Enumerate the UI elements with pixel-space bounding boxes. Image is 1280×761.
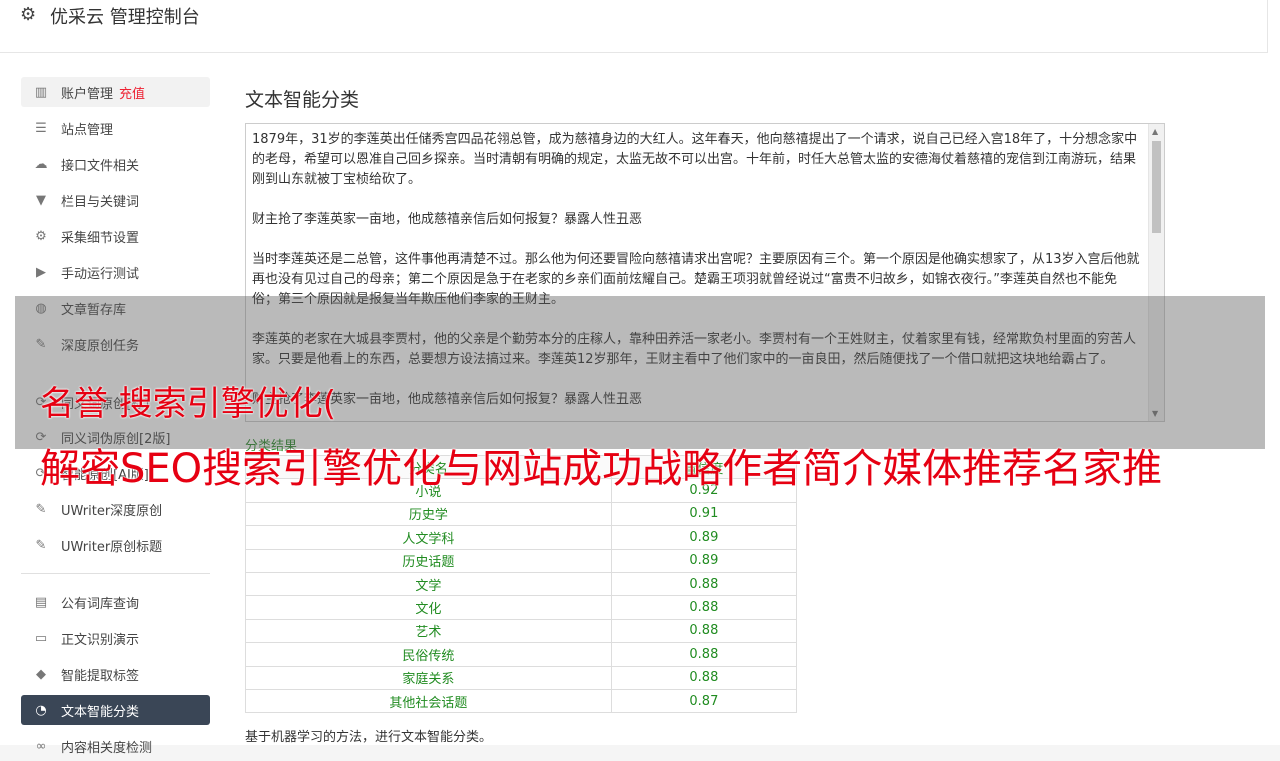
text-paragraph: 财主抢了李莲英家一亩地，他成慈禧亲信后如何报复？暴露人性丑恶 (252, 212, 643, 227)
category-cell: 其他社会话题 (245, 688, 612, 714)
sidebar-item-collect-settings[interactable]: ⚙ 采集细节设置 (21, 221, 210, 251)
sidebar-divider (21, 573, 210, 574)
category-cell: 人文学科 (245, 525, 612, 550)
table-row: 人文学科 0.89 (245, 525, 798, 550)
right-edge (1267, 0, 1280, 745)
category-cell: 民俗传统 (245, 642, 612, 667)
confidence-cell: 0.87 (610, 688, 798, 714)
sidebar-item-label: 正文识别演示 (61, 632, 140, 648)
tag-icon: ◆ (36, 666, 46, 682)
desktop-icon: ▭ (34, 630, 48, 646)
category-cell: 文学 (245, 571, 612, 597)
sidebar-item-manual-run[interactable]: ▶ 手动运行测试 (21, 257, 210, 287)
sidebar-item-sites[interactable]: ☰ 站点管理 (21, 113, 210, 143)
sidebar-item-label: UWriter深度原创 (61, 503, 163, 519)
link-icon: ∞ (35, 738, 47, 754)
sidebar-item-label: 站点管理 (61, 122, 114, 138)
edit-icon: ✎ (35, 537, 47, 553)
server-icon: ☰ (35, 120, 47, 136)
table-row: 文学 0.88 (245, 571, 798, 597)
sidebar-item-text-recognition[interactable]: ▭ 正文识别演示 (21, 623, 210, 653)
category-cell: 艺术 (245, 618, 612, 644)
overlay-title: 名誉 搜索引擎优化( (40, 384, 337, 424)
sidebar-item-account[interactable]: ▥ 账户管理 充值 (21, 77, 210, 107)
table-row: 历史话题 0.89 (245, 548, 798, 573)
sidebar-item-label: 接口文件相关 (61, 158, 140, 174)
confidence-cell: 0.88 (610, 571, 798, 597)
table-row: 文化 0.88 (245, 595, 798, 620)
sidebar-item-label: 智能提取标签 (61, 668, 140, 684)
confidence-cell: 0.88 (610, 595, 798, 620)
overlay-subtitle: 解密SEO搜索引擎优化与网站成功战略作者简介媒体推荐名家推 (40, 446, 1163, 492)
app-title: 优采云 管理控制台 (50, 7, 200, 28)
bar-chart-icon: ▥ (34, 84, 48, 100)
top-bar: ⚙ 优采云 管理控制台 (0, 0, 1268, 53)
sidebar-item-label: 采集细节设置 (61, 230, 140, 246)
table-row: 其他社会话题 0.87 (245, 688, 798, 714)
confidence-cell: 0.88 (610, 642, 798, 667)
pie-chart-icon: ◔ (35, 702, 47, 718)
edit-icon: ✎ (35, 501, 47, 517)
sidebar-item-label: 栏目与关键词 (61, 194, 140, 210)
table-row: 家庭关系 0.88 (245, 665, 798, 690)
category-cell: 历史话题 (245, 548, 612, 573)
table-row: 民俗传统 0.88 (245, 642, 798, 667)
sidebar-item-label: 文本智能分类 (61, 704, 140, 720)
confidence-cell: 0.88 (610, 618, 798, 644)
sidebar-item-label: 内容相关度检测 (61, 740, 153, 756)
filter-icon: ▼ (36, 192, 46, 208)
confidence-cell: 0.88 (610, 665, 798, 690)
table-row: 历史学 0.91 (245, 501, 798, 527)
confidence-cell: 0.89 (610, 525, 798, 550)
sidebar-item-label: 手动运行测试 (61, 266, 140, 282)
book-icon: ▤ (34, 594, 48, 610)
category-cell: 家庭关系 (245, 665, 612, 690)
confidence-cell: 0.89 (610, 548, 798, 573)
sidebar-item-label: 公有词库查询 (61, 596, 140, 612)
sidebar-item-label: UWriter原创标题 (61, 539, 163, 555)
category-cell: 历史学 (245, 501, 612, 527)
cloud-upload-icon: ☁ (34, 156, 48, 172)
cogs-icon: ⚙ (35, 228, 47, 244)
table-row: 艺术 0.88 (245, 618, 798, 644)
page-title: 文本智能分类 (245, 89, 360, 111)
sidebar-item-uwriter-deep[interactable]: ✎ UWriter深度原创 (21, 494, 210, 524)
sidebar-item-public-lexicon[interactable]: ▤ 公有词库查询 (21, 587, 210, 617)
sidebar-item-tag-extraction[interactable]: ◆ 智能提取标签 (21, 659, 210, 689)
category-cell: 文化 (245, 595, 612, 620)
sidebar-item-text-classification[interactable]: ◔ 文本智能分类 (21, 695, 210, 725)
recharge-link[interactable]: 充值 (119, 83, 145, 102)
sidebar-item-columns[interactable]: ▼ 栏目与关键词 (21, 185, 210, 215)
sidebar-item-label: 账户管理 (61, 86, 114, 102)
play-circle-icon: ▶ (36, 264, 46, 280)
sidebar-item-uwriter-title[interactable]: ✎ UWriter原创标题 (21, 530, 210, 560)
overlay-band (15, 296, 1265, 449)
scroll-up-icon[interactable]: ▲ (1152, 127, 1158, 136)
scroll-thumb[interactable] (1152, 141, 1161, 233)
text-paragraph: 1879年，31岁的李莲英出任储秀宫四品花翎总管，成为慈禧身边的大红人。这年春天… (252, 132, 1138, 187)
footnote: 基于机器学习的方法，进行文本智能分类。 (245, 730, 493, 745)
sidebar-item-relevance-check[interactable]: ∞ 内容相关度检测 (21, 731, 210, 761)
sidebar-item-interface[interactable]: ☁ 接口文件相关 (21, 149, 210, 179)
gear-icon: ⚙ (20, 4, 37, 25)
confidence-cell: 0.91 (610, 501, 798, 527)
